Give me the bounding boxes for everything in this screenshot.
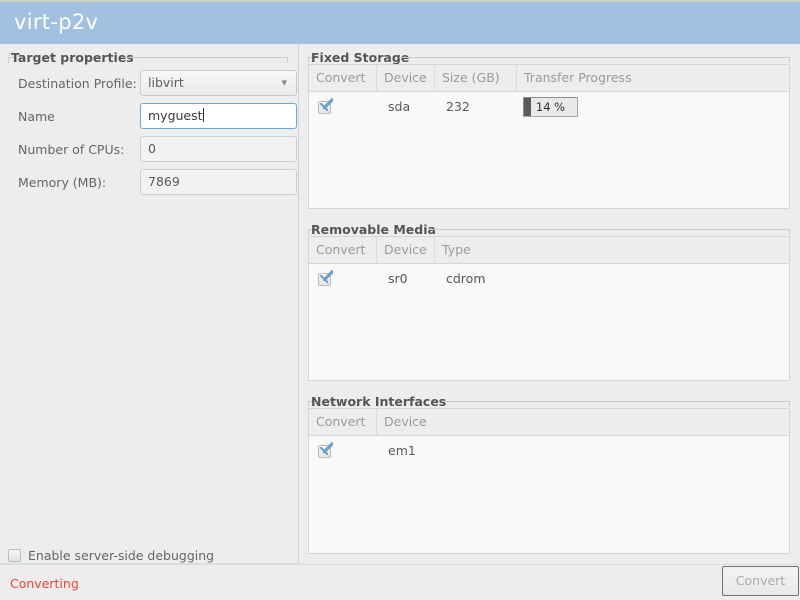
column-header-convert[interactable]: Convert (309, 237, 377, 263)
frame-tick-right (287, 57, 288, 63)
status-bar: Converting (0, 564, 800, 600)
cpus-input-value: 0 (148, 141, 156, 156)
table-row[interactable]: sda 232 14 % (309, 92, 789, 122)
fs-frame-line-right (399, 57, 790, 58)
removable-media-device-cell: sr0 (388, 271, 408, 286)
column-header-size[interactable]: Size (GB) (435, 65, 517, 91)
right-pane: Fixed Storage Convert Device Size (GB) T… (303, 44, 800, 564)
convert-checkbox[interactable] (318, 442, 333, 458)
main-content: Target properties Destination Profile: l… (0, 44, 800, 564)
name-label: Name (18, 109, 55, 124)
ni-frame-tick-left (308, 401, 309, 407)
column-header-device[interactable]: Device (377, 237, 435, 263)
destination-profile-label: Destination Profile: (18, 76, 137, 91)
column-header-type[interactable]: Type (435, 237, 789, 263)
name-input[interactable]: myguest (140, 103, 297, 129)
chevron-down-icon: ▾ (281, 76, 287, 89)
column-header-transfer-progress[interactable]: Transfer Progress (517, 65, 789, 91)
removable-media-type-cell: cdrom (446, 271, 486, 286)
transfer-progress-bar: 14 % (523, 97, 578, 117)
transfer-progress-text: 14 % (535, 100, 566, 114)
destination-profile-value: libvirt (148, 75, 184, 90)
window-title: virt-p2v (14, 10, 99, 34)
memory-input-value: 7869 (148, 174, 180, 189)
destination-profile-combo[interactable]: libvirt ▾ (140, 70, 297, 96)
removable-media-frame-label: Removable Media (308, 222, 439, 237)
fixed-storage-table: Convert Device Size (GB) Transfer Progre… (308, 64, 790, 209)
table-row[interactable]: sr0 cdrom (309, 264, 789, 294)
status-message: Converting (10, 576, 79, 591)
cpus-label: Number of CPUs: (18, 142, 125, 157)
convert-checkbox[interactable] (318, 98, 333, 114)
left-pane: Target properties Destination Profile: l… (0, 44, 298, 564)
rm-frame-tick-left (308, 229, 309, 235)
fs-frame-tick-right (789, 57, 790, 63)
target-properties-frame-label: Target properties (8, 50, 137, 65)
column-header-device[interactable]: Device (377, 65, 435, 91)
network-interfaces-header-row: Convert Device (309, 409, 789, 436)
title-bar: virt-p2v (0, 0, 800, 44)
fixed-storage-size-cell: 232 (446, 99, 470, 114)
network-interfaces-frame-label: Network Interfaces (308, 394, 450, 409)
enable-server-side-debugging-checkbox[interactable] (8, 549, 21, 562)
fixed-storage-header-row: Convert Device Size (GB) Transfer Progre… (309, 65, 789, 92)
removable-media-header-row: Convert Device Type (309, 237, 789, 264)
ni-frame-tick-right (789, 401, 790, 407)
fixed-storage-frame-label: Fixed Storage (308, 50, 413, 65)
rm-frame-line-right (430, 229, 790, 230)
removable-media-convert-checkbox-cell[interactable] (309, 264, 386, 294)
convert-checkbox[interactable] (318, 270, 333, 286)
frame-line-right (124, 57, 288, 58)
network-device-cell: em1 (388, 443, 416, 458)
fs-frame-tick-left (308, 57, 309, 63)
network-interfaces-table: Convert Device em1 (308, 408, 790, 554)
column-header-convert[interactable]: Convert (309, 409, 377, 435)
column-header-convert[interactable]: Convert (309, 65, 377, 91)
cpus-input[interactable]: 0 (140, 136, 297, 162)
frame-tick-left (8, 57, 9, 63)
column-header-device[interactable]: Device (377, 409, 789, 435)
fixed-storage-convert-checkbox-cell[interactable] (309, 92, 386, 122)
virt-p2v-window: virt-p2v Target properties Destination P… (0, 0, 800, 600)
ni-frame-line-right (444, 401, 790, 402)
text-cursor (202, 108, 204, 122)
name-input-value: myguest (148, 108, 203, 123)
removable-media-table: Convert Device Type sr0 cdrom (308, 236, 790, 381)
network-convert-checkbox-cell[interactable] (309, 436, 386, 466)
convert-button[interactable]: Convert (722, 566, 799, 596)
fixed-storage-device-cell: sda (388, 99, 411, 114)
memory-input[interactable]: 7869 (140, 169, 297, 195)
memory-label: Memory (MB): (18, 175, 107, 190)
rm-frame-tick-right (789, 229, 790, 235)
table-row[interactable]: em1 (309, 436, 789, 466)
enable-server-side-debugging-label: Enable server-side debugging (28, 547, 215, 563)
fixed-storage-progress-cell: 14 % (517, 92, 789, 122)
